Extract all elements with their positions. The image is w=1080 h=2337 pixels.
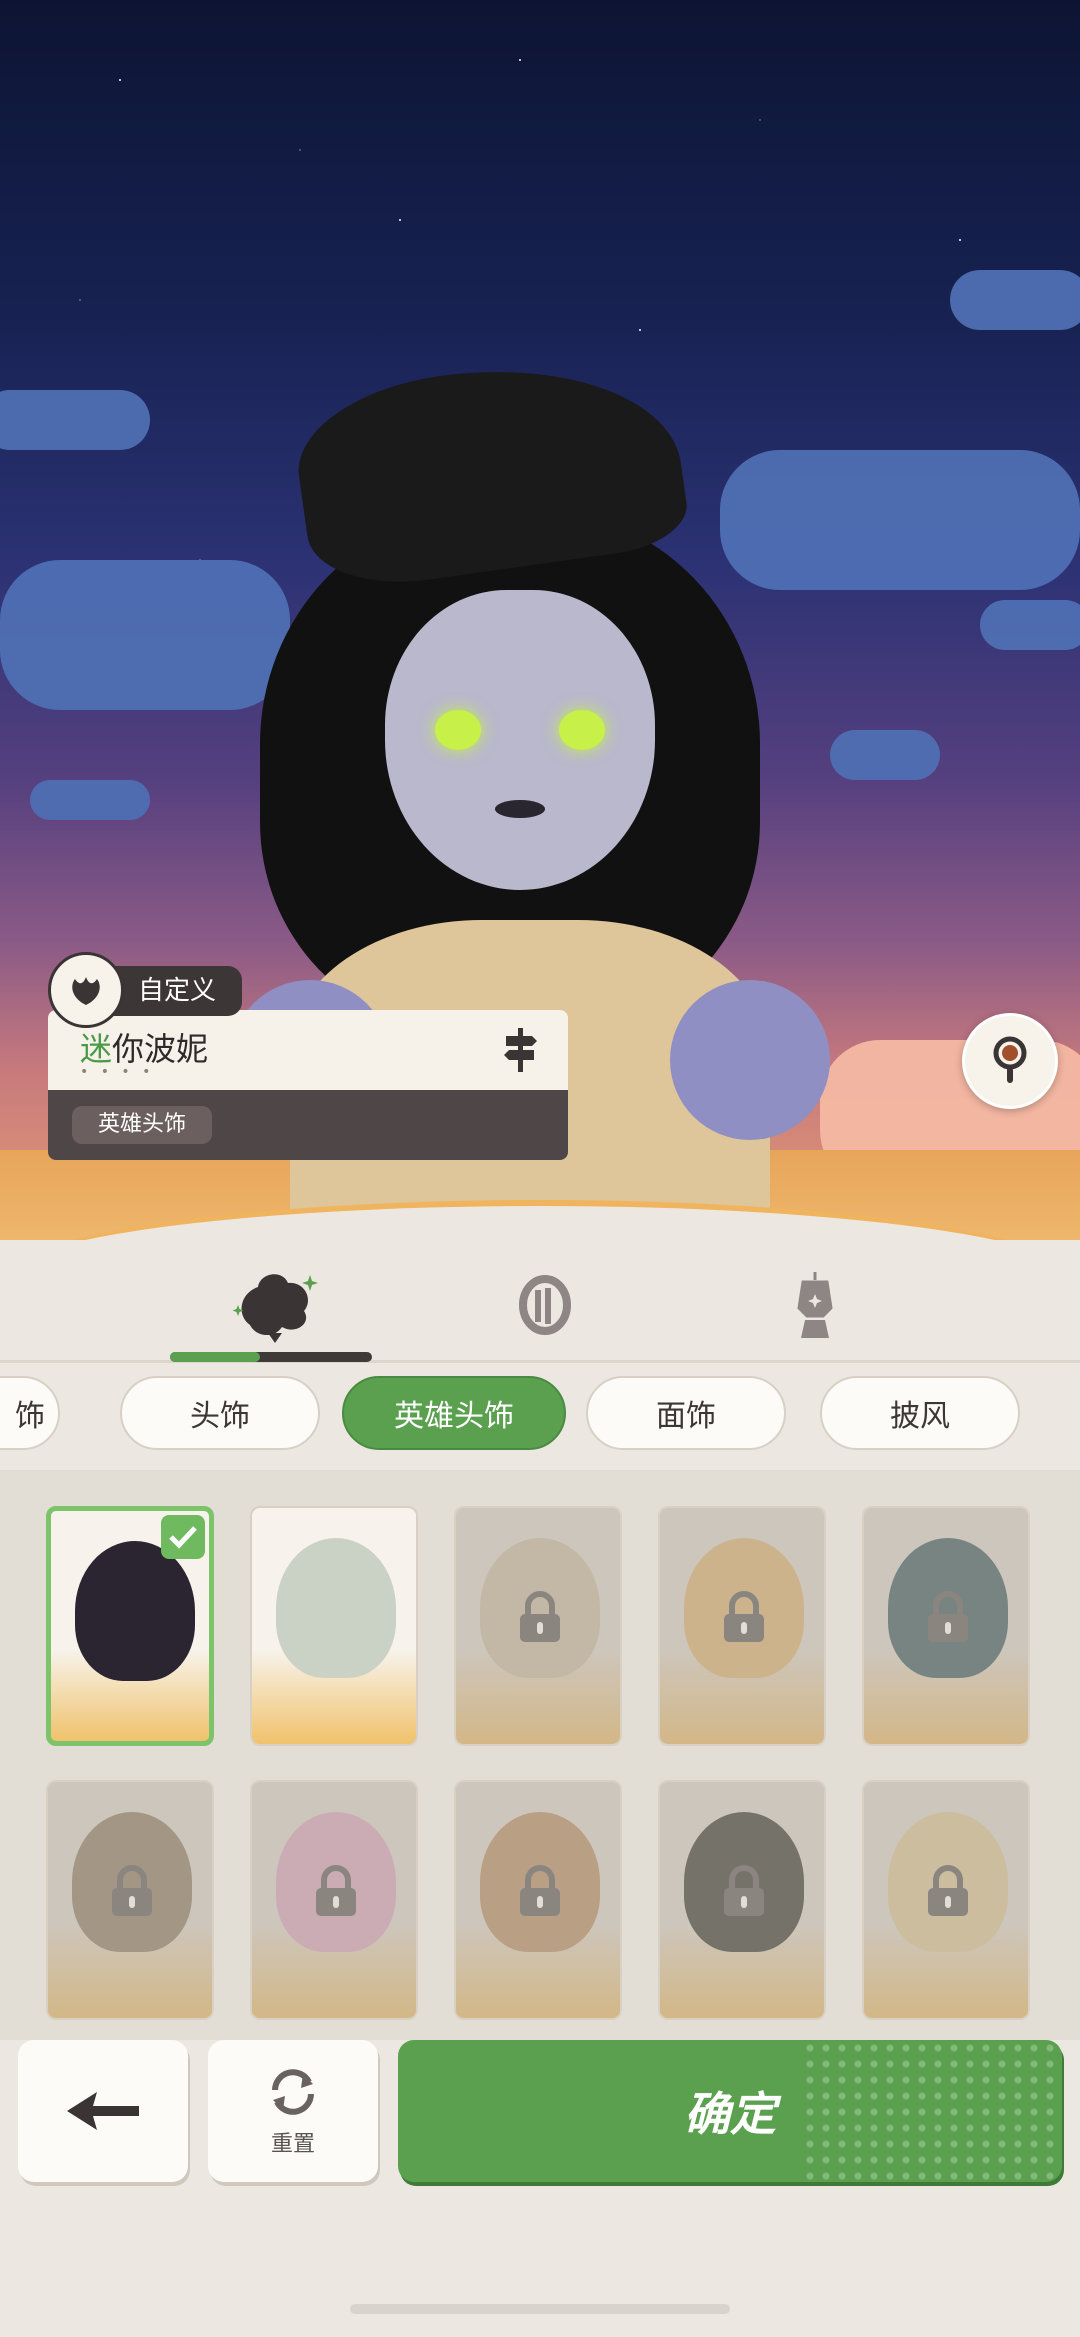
character-sleeve (670, 980, 830, 1140)
lock-icon (724, 1865, 764, 1916)
subtab-headwear[interactable]: 头饰 (120, 1376, 320, 1450)
item-card-locked[interactable] (46, 1780, 214, 2020)
signpost-icon[interactable] (500, 1026, 540, 1074)
home-indicator[interactable] (350, 2304, 730, 2314)
character-preview-scene[interactable]: 自定义 迷你波妮 • • • • 英雄头饰 (0, 0, 1080, 1260)
item-card-locked[interactable] (454, 1506, 622, 1746)
magnifier-icon (993, 1036, 1027, 1083)
character-eye (559, 710, 605, 750)
character-eye (435, 710, 481, 750)
character-lips (495, 800, 545, 818)
tab-accessory[interactable] (410, 1250, 680, 1360)
cloud (950, 270, 1080, 330)
active-tab-indicator (170, 1352, 372, 1362)
ring-icon (519, 1275, 571, 1335)
flower-icon (72, 977, 100, 1005)
character-face (385, 590, 655, 890)
subtab-partial[interactable]: 饰 (0, 1376, 60, 1450)
lock-icon (316, 1865, 356, 1916)
confirm-button[interactable]: 确定 (398, 2040, 1062, 2182)
item-portrait (75, 1541, 195, 1681)
item-card[interactable] (250, 1506, 418, 1746)
item-card-locked[interactable] (862, 1506, 1030, 1746)
subcategory-tabs: 饰 头饰 英雄头饰 面饰 披风 (0, 1372, 1080, 1464)
refresh-icon (272, 2069, 314, 2115)
cloud (30, 780, 150, 820)
item-portrait (276, 1538, 396, 1678)
cloud (0, 390, 150, 450)
lock-icon (928, 1865, 968, 1916)
name-row: 迷你波妮 • • • • (48, 1010, 568, 1090)
tab-divider (0, 1360, 1080, 1363)
reset-label: 重置 (270, 2132, 315, 2157)
check-icon (161, 1515, 205, 1559)
lock-icon (520, 1865, 560, 1916)
confirm-label: 确定 (684, 2087, 776, 2141)
item-card-locked[interactable] (454, 1780, 622, 2020)
cloud (830, 730, 940, 780)
subtab-hero-headwear[interactable]: 英雄头饰 (342, 1376, 566, 1450)
equipped-category-label: 英雄头饰 (72, 1106, 213, 1144)
item-card-locked[interactable] (658, 1780, 826, 2020)
cloud (980, 600, 1080, 650)
mannequin-icon (797, 1272, 833, 1338)
item-card-locked[interactable] (862, 1780, 1030, 2020)
lock-icon (724, 1591, 764, 1642)
subtab-cape[interactable]: 披风 (820, 1376, 1020, 1450)
hero-head-icon (232, 1274, 318, 1343)
lock-icon (112, 1865, 152, 1916)
tab-hero-head[interactable] (140, 1250, 410, 1360)
item-grid (0, 1470, 1080, 2040)
zoom-button[interactable] (962, 1013, 1058, 1109)
equipped-label-row: 英雄头饰 (48, 1090, 568, 1160)
tab-outfit[interactable] (680, 1250, 950, 1360)
item-card[interactable] (46, 1506, 214, 1746)
lock-icon (520, 1591, 560, 1642)
cloud (0, 560, 290, 710)
avatar[interactable] (48, 952, 124, 1028)
profile-card: 自定义 迷你波妮 • • • • 英雄头饰 (48, 952, 568, 1160)
arrow-left-icon (67, 2092, 139, 2130)
name-dots: • • • • (80, 1064, 155, 1080)
item-card-locked[interactable] (658, 1506, 826, 1746)
item-card-locked[interactable] (250, 1780, 418, 2020)
reset-button[interactable]: 重置 (208, 2040, 378, 2182)
back-button[interactable] (18, 2040, 188, 2182)
lock-icon (928, 1591, 968, 1642)
category-tabs (0, 1250, 1080, 1360)
subtab-face-accessory[interactable]: 面饰 (586, 1376, 786, 1450)
